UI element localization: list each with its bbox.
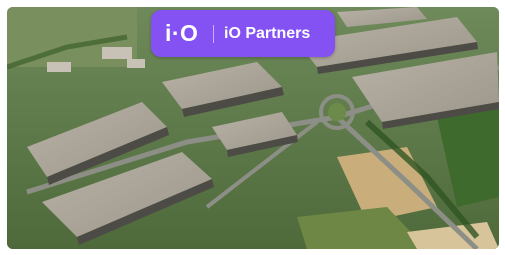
brand-badge: i·O iO Partners	[151, 10, 335, 57]
badge-divider	[213, 24, 214, 43]
brand-name: iO Partners	[224, 24, 311, 42]
aerial-photo-card: i·O iO Partners	[7, 7, 499, 249]
io-logo-icon: i·O	[165, 20, 199, 46]
